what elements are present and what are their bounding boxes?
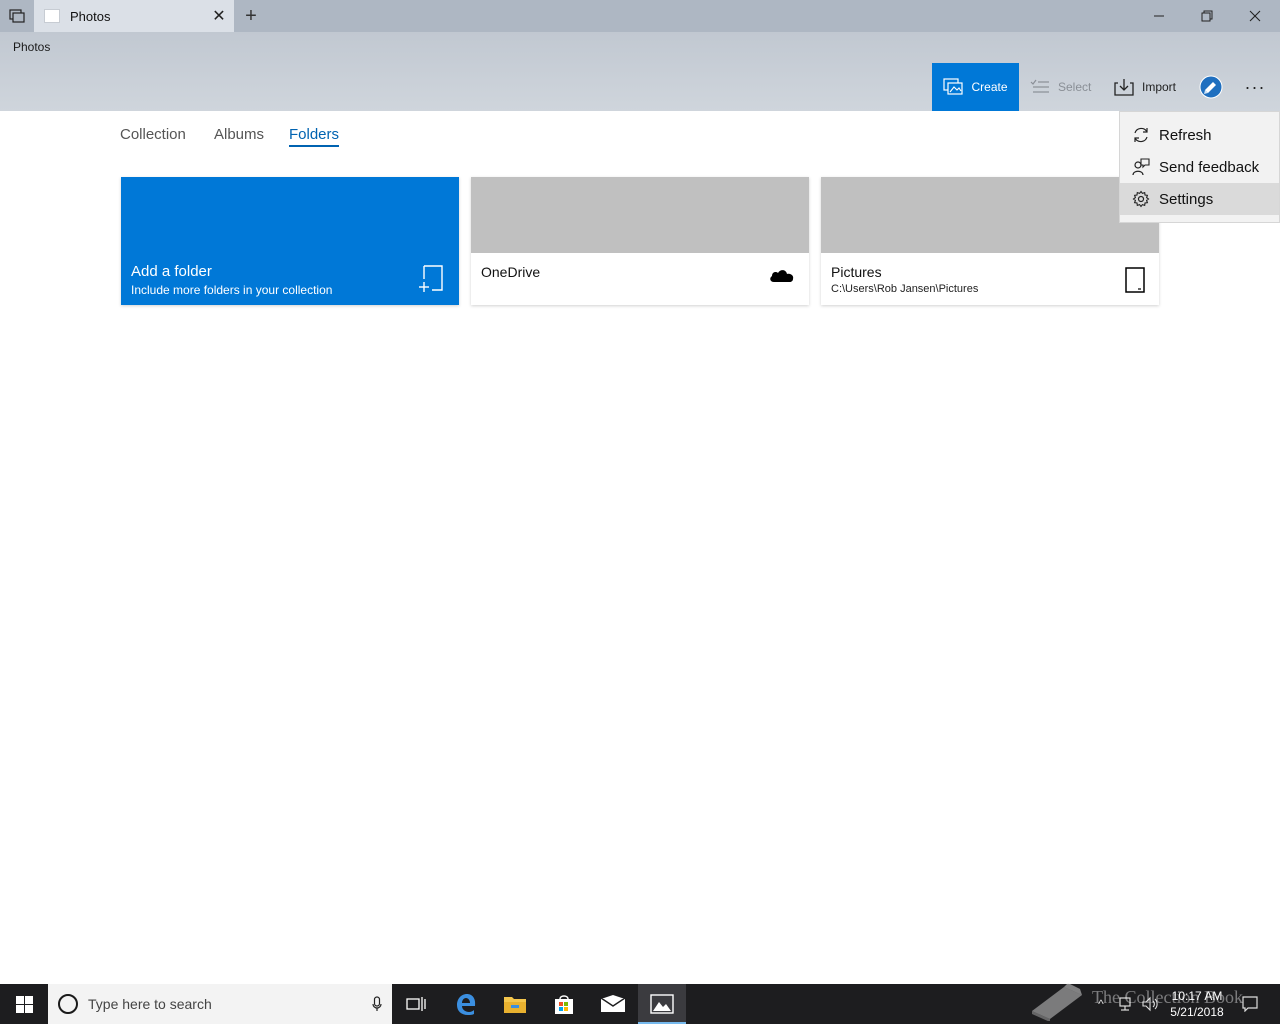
menu-label-settings: Settings bbox=[1159, 190, 1214, 208]
import-label: Import bbox=[1142, 80, 1177, 94]
tabs-icon bbox=[9, 9, 25, 23]
search-placeholder: Type here to search bbox=[88, 996, 212, 1012]
close-icon bbox=[1249, 10, 1261, 22]
pictures-path: C:\Users\Rob Jansen\Pictures bbox=[831, 283, 979, 295]
tab-photos[interactable]: Photos ✕ bbox=[34, 0, 234, 32]
action-center-button[interactable] bbox=[1236, 984, 1264, 1024]
pictures-folder-tile[interactable]: Pictures C:\Users\Rob Jansen\Pictures bbox=[821, 177, 1159, 305]
taskbar-store[interactable] bbox=[540, 984, 588, 1024]
task-view-button[interactable] bbox=[392, 984, 440, 1024]
taskbar-clock[interactable]: 10:17 AM 5/21/2018 bbox=[1166, 988, 1228, 1020]
photos-app-icon bbox=[650, 994, 674, 1014]
feedback-icon bbox=[1131, 157, 1151, 177]
onedrive-folder-tile[interactable]: OneDrive bbox=[471, 177, 809, 305]
pictures-title: Pictures bbox=[831, 264, 882, 280]
folder-icon bbox=[504, 997, 526, 1013]
menu-item-refresh[interactable]: Refresh bbox=[1120, 119, 1279, 151]
store-icon bbox=[555, 995, 573, 1014]
menu-label-send-feedback: Send feedback bbox=[1159, 158, 1260, 176]
restore-icon bbox=[1201, 10, 1213, 22]
new-tab-button[interactable]: + bbox=[236, 0, 266, 32]
restore-button[interactable] bbox=[1184, 0, 1230, 32]
add-folder-tile[interactable]: Add a folder Include more folders in you… bbox=[121, 177, 459, 305]
tab-collection[interactable]: Collection bbox=[120, 126, 186, 143]
start-button[interactable] bbox=[0, 984, 48, 1024]
edge-browser-icon bbox=[457, 994, 476, 1015]
refresh-icon bbox=[1131, 125, 1151, 145]
cortana-icon bbox=[58, 994, 78, 1014]
menu-item-settings[interactable]: Settings bbox=[1120, 183, 1279, 215]
menu-item-send-feedback[interactable]: Send feedback bbox=[1120, 151, 1279, 183]
tab-albums[interactable]: Albums bbox=[214, 126, 264, 143]
select-button[interactable]: Select bbox=[1030, 63, 1091, 111]
import-icon bbox=[1114, 78, 1134, 96]
windows-logo-icon bbox=[15, 995, 33, 1013]
app-header: Photos Create Select Import ··· bbox=[0, 32, 1280, 111]
close-tab-icon[interactable]: ✕ bbox=[204, 0, 234, 32]
cloud-icon bbox=[769, 267, 795, 288]
minimize-button[interactable] bbox=[1136, 0, 1182, 32]
photos-tab-icon bbox=[44, 9, 60, 23]
speaker-icon bbox=[1142, 996, 1158, 1012]
create-label: Create bbox=[971, 80, 1008, 94]
taskbar-search-box[interactable]: Type here to search bbox=[48, 984, 392, 1024]
notification-icon bbox=[1242, 996, 1258, 1012]
tab-title: Photos bbox=[70, 8, 111, 24]
minimize-icon bbox=[1154, 15, 1164, 17]
pictures-thumbnail bbox=[821, 177, 1159, 253]
menu-label-refresh: Refresh bbox=[1159, 126, 1212, 144]
volume-button[interactable] bbox=[1140, 984, 1162, 1024]
overflow-menu: Refresh Send feedback Settings bbox=[1119, 111, 1280, 223]
taskbar-file-explorer[interactable] bbox=[491, 984, 539, 1024]
add-folder-icon bbox=[419, 265, 445, 298]
chevron-up-icon: ^ bbox=[1098, 997, 1104, 1011]
network-button[interactable] bbox=[1116, 984, 1138, 1024]
show-hidden-icons-button[interactable]: ^ bbox=[1092, 984, 1110, 1024]
app-title: Photos bbox=[13, 40, 51, 54]
plus-icon: + bbox=[245, 4, 257, 27]
network-icon bbox=[1119, 997, 1131, 1011]
title-bar: Photos ✕ + bbox=[0, 0, 1280, 32]
add-folder-subtitle: Include more folders in your collection bbox=[131, 283, 333, 297]
onedrive-title: OneDrive bbox=[481, 264, 541, 280]
microphone-icon[interactable] bbox=[362, 996, 392, 1012]
clock-date: 5/21/2018 bbox=[1170, 1005, 1224, 1019]
add-folder-title: Add a folder bbox=[131, 263, 212, 280]
task-view-icon bbox=[406, 997, 426, 1011]
more-options-button[interactable]: ··· bbox=[1240, 63, 1270, 111]
mail-icon bbox=[600, 995, 626, 1012]
onedrive-thumbnail bbox=[471, 177, 809, 253]
device-icon bbox=[1125, 267, 1145, 298]
import-button[interactable]: Import bbox=[1114, 63, 1176, 111]
taskbar: Type here to search ^ 10:17 AM 5/21/2018 bbox=[0, 984, 1280, 1024]
create-button[interactable]: Create bbox=[932, 63, 1019, 111]
close-window-button[interactable] bbox=[1232, 0, 1278, 32]
select-label: Select bbox=[1058, 80, 1092, 94]
taskbar-edge[interactable] bbox=[442, 984, 490, 1024]
gear-icon bbox=[1131, 189, 1151, 209]
select-list-icon bbox=[1030, 79, 1050, 95]
taskbar-mail[interactable] bbox=[589, 984, 637, 1024]
clock-time: 10:17 AM bbox=[1171, 989, 1223, 1003]
taskbar-photos[interactable] bbox=[638, 984, 686, 1024]
create-slideshow-icon bbox=[943, 78, 964, 96]
tab-overview-button[interactable] bbox=[0, 0, 34, 32]
sketch-badge-icon bbox=[1199, 75, 1223, 99]
tab-folders[interactable]: Folders bbox=[289, 126, 340, 147]
account-badge-button[interactable] bbox=[1198, 63, 1224, 111]
more-icon: ··· bbox=[1244, 76, 1266, 97]
